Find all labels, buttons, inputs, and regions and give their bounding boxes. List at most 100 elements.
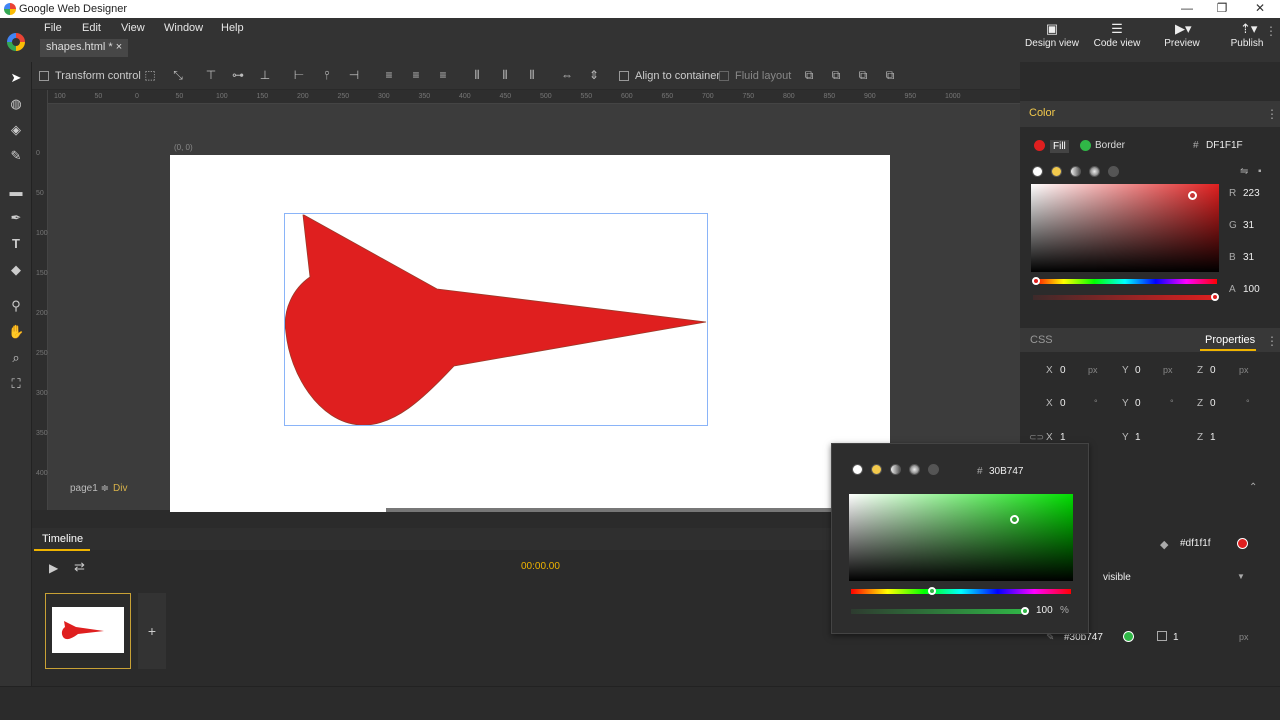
translate-z-input[interactable]: 0 — [1210, 365, 1216, 376]
popup-hue-slider[interactable] — [851, 589, 1071, 594]
chevron-down-icon[interactable]: ▼ — [1237, 572, 1245, 581]
hand-tool-icon[interactable]: ✋ — [8, 324, 24, 340]
fill-color-swatch[interactable] — [1237, 538, 1248, 549]
properties-menu-icon[interactable]: ⋮ — [1266, 334, 1278, 348]
popup-solid-color-icon[interactable] — [871, 464, 882, 475]
solid-color-icon[interactable] — [1051, 166, 1062, 177]
border-tab[interactable]: Border — [1095, 140, 1125, 151]
link-scale-icon[interactable]: ⊂⊃ — [1029, 432, 1044, 443]
color-panel-menu-icon[interactable]: ⋮ — [1266, 107, 1278, 121]
pen-tool-icon[interactable]: ✒ — [8, 210, 24, 226]
design-view-button[interactable]: ▣ Design view — [1022, 22, 1082, 50]
border-swatch-icon[interactable] — [1080, 140, 1091, 151]
play-icon[interactable]: ▶ — [49, 561, 58, 575]
scale-x-input[interactable]: 1 — [1060, 432, 1066, 443]
fluid-layout-checkbox[interactable] — [719, 71, 729, 81]
translate-y-input[interactable]: 0 — [1135, 365, 1141, 376]
a-input[interactable]: 100 — [1243, 284, 1260, 295]
linear-gradient-icon[interactable] — [1070, 166, 1081, 177]
rotate-z-input[interactable]: 0 — [1210, 398, 1216, 409]
group-icon[interactable]: ⧉ — [856, 68, 870, 82]
popup-alpha-handle[interactable] — [1021, 607, 1029, 615]
popup-saturation-handle[interactable] — [1010, 515, 1019, 524]
fill-tab[interactable]: Fill — [1050, 140, 1069, 153]
eyedropper-tool-icon[interactable]: ⚲ — [8, 298, 24, 314]
ungroup-icon[interactable]: ⧉ — [883, 68, 897, 82]
swatches-icon[interactable] — [1108, 166, 1119, 177]
match-height-icon[interactable]: ⇕ — [587, 68, 601, 82]
visibility-select[interactable]: visible — [1103, 572, 1131, 583]
popup-hue-handle[interactable] — [928, 587, 936, 595]
zoom-tool-icon[interactable]: ⌕ — [8, 350, 24, 366]
align-bottom-icon[interactable]: ⊥ — [258, 68, 272, 82]
menu-edit[interactable]: Edit — [82, 22, 101, 34]
bounding-box-icon[interactable]: ⬚ — [143, 68, 157, 82]
tag-tool-icon[interactable]: ✎ — [8, 148, 24, 164]
shape-tool-icon[interactable]: ▬ — [8, 184, 24, 200]
distribute-right-icon[interactable]: ⦀ — [525, 68, 539, 82]
collapse-icon[interactable]: ⌃ — [1249, 482, 1257, 493]
restore-button[interactable]: ❐ — [1207, 1, 1237, 17]
popup-alpha-input[interactable]: 100 — [1036, 605, 1053, 616]
fill-hex-input[interactable]: DF1F1F — [1206, 140, 1243, 151]
align-center-icon[interactable]: ⫯ — [320, 68, 334, 82]
timeline-tab[interactable]: Timeline — [42, 533, 83, 545]
add-page-button[interactable]: + — [138, 593, 166, 669]
selection-tool-icon[interactable]: ➤ — [8, 70, 24, 86]
g-input[interactable]: 31 — [1243, 220, 1254, 231]
preview-button[interactable]: ▶▾ Preview — [1152, 22, 1212, 50]
align-top-icon[interactable]: ⊤ — [204, 68, 218, 82]
distribute-bottom-icon[interactable]: ≡ — [436, 68, 450, 82]
text-tool-icon[interactable]: T — [8, 236, 24, 252]
menu-window[interactable]: Window — [164, 22, 203, 34]
3d-translate-tool-icon[interactable]: ◈ — [8, 122, 24, 138]
distribute-center-icon[interactable]: ⦀ — [498, 68, 512, 82]
rotate-x-input[interactable]: 0 — [1060, 398, 1066, 409]
align-right-icon[interactable]: ⊣ — [347, 68, 361, 82]
no-color-icon[interactable] — [1032, 166, 1043, 177]
border-color-swatch[interactable] — [1123, 631, 1134, 642]
transform-control-checkbox[interactable] — [39, 71, 49, 81]
alpha-slider[interactable] — [1033, 295, 1217, 300]
tab-css[interactable]: CSS — [1030, 334, 1053, 346]
align-to-container-checkbox[interactable] — [619, 71, 629, 81]
menu-view[interactable]: View — [121, 22, 145, 34]
popup-alpha-slider[interactable] — [851, 609, 1027, 614]
swatch-save-icon[interactable]: ▪ — [1258, 166, 1262, 177]
horizontal-scrollbar[interactable] — [386, 508, 834, 512]
menu-help[interactable]: Help — [221, 22, 244, 34]
document-tab[interactable]: shapes.html * × — [40, 39, 129, 57]
align-left-icon[interactable]: ⊢ — [292, 68, 306, 82]
tab-properties[interactable]: Properties — [1205, 334, 1255, 346]
popup-saturation-picker[interactable] — [849, 494, 1073, 581]
align-middle-icon[interactable]: ⊶ — [231, 68, 245, 82]
distribute-left-icon[interactable]: ⦀ — [470, 68, 484, 82]
page-thumbnail[interactable] — [45, 593, 131, 669]
popup-linear-gradient-icon[interactable] — [890, 464, 901, 475]
hue-slider[interactable] — [1033, 279, 1217, 284]
scale-y-input[interactable]: 1 — [1135, 432, 1141, 443]
menu-file[interactable]: File — [44, 22, 62, 34]
fit-screen-icon[interactable]: ⛶ — [8, 376, 24, 392]
r-input[interactable]: 223 — [1243, 188, 1260, 199]
popup-swatches-icon[interactable] — [928, 464, 939, 475]
element-breadcrumb[interactable]: Div — [113, 483, 127, 494]
match-width-icon[interactable]: ⇔ — [560, 68, 574, 82]
fill-hex-value[interactable]: #df1f1f — [1180, 538, 1211, 549]
saturation-handle[interactable] — [1188, 191, 1197, 200]
fill-swatch-icon[interactable] — [1034, 140, 1045, 151]
color-mode-icon[interactable]: ⇋ — [1240, 166, 1248, 177]
distribute-top-icon[interactable]: ≡ — [382, 68, 396, 82]
fill-bucket-icon[interactable]: ◆ — [1160, 538, 1168, 551]
wrap-icon[interactable]: ⧉ — [802, 68, 816, 82]
border-width-input[interactable]: 1 — [1173, 632, 1179, 643]
resize-icon[interactable]: ⤡ — [171, 68, 185, 82]
alpha-handle[interactable] — [1211, 293, 1219, 301]
loop-icon[interactable]: ⇄ — [74, 559, 85, 575]
fill-tool-icon[interactable]: ◆ — [8, 262, 24, 278]
page-selector[interactable]: page1 ≑ — [70, 483, 109, 494]
b-input[interactable]: 31 — [1243, 252, 1254, 263]
translate-x-input[interactable]: 0 — [1060, 365, 1066, 376]
panel-menu-icon[interactable]: ⋮ — [1265, 24, 1277, 38]
selection-box[interactable] — [284, 213, 708, 426]
